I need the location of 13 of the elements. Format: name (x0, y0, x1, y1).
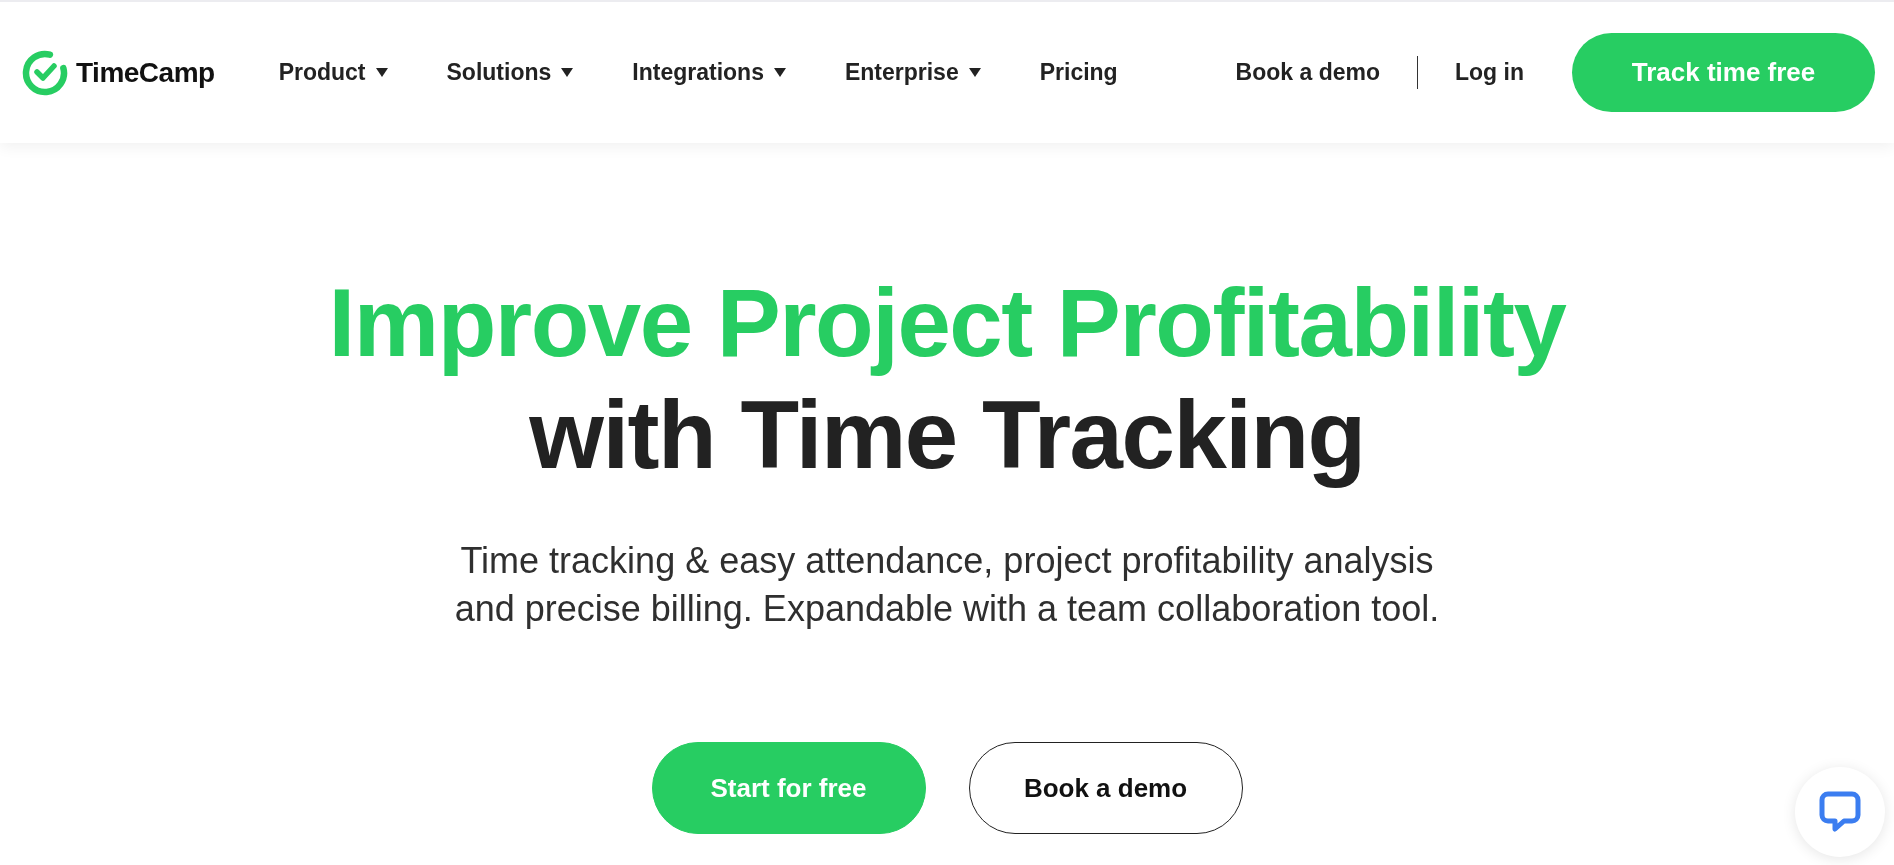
nav-menu-item[interactable]: Pricing (1039, 59, 1118, 86)
nav-menu-item[interactable]: Integrations (632, 59, 786, 86)
hero-subtitle: Time tracking & easy attendance, project profitability analysis and precise billing. Expandable with a team collaboration tool. (453, 539, 1441, 631)
nav-menu-item[interactable]: Enterprise (844, 59, 981, 86)
book-demo-button[interactable]: Book a demo (968, 742, 1243, 834)
hero-heading: Improve Project Profitability with Time Tracking (328, 268, 1566, 490)
header-link[interactable]: Book a demo (1235, 59, 1380, 86)
chat-bubble-icon (1819, 791, 1861, 833)
header-link[interactable]: Log in (1455, 59, 1524, 86)
nav-menu-item[interactable]: Product (278, 59, 388, 86)
logo-check-icon (22, 49, 68, 96)
nav-menu-item[interactable]: Solutions (446, 59, 574, 86)
logo[interactable]: TimeCamp (22, 49, 215, 96)
